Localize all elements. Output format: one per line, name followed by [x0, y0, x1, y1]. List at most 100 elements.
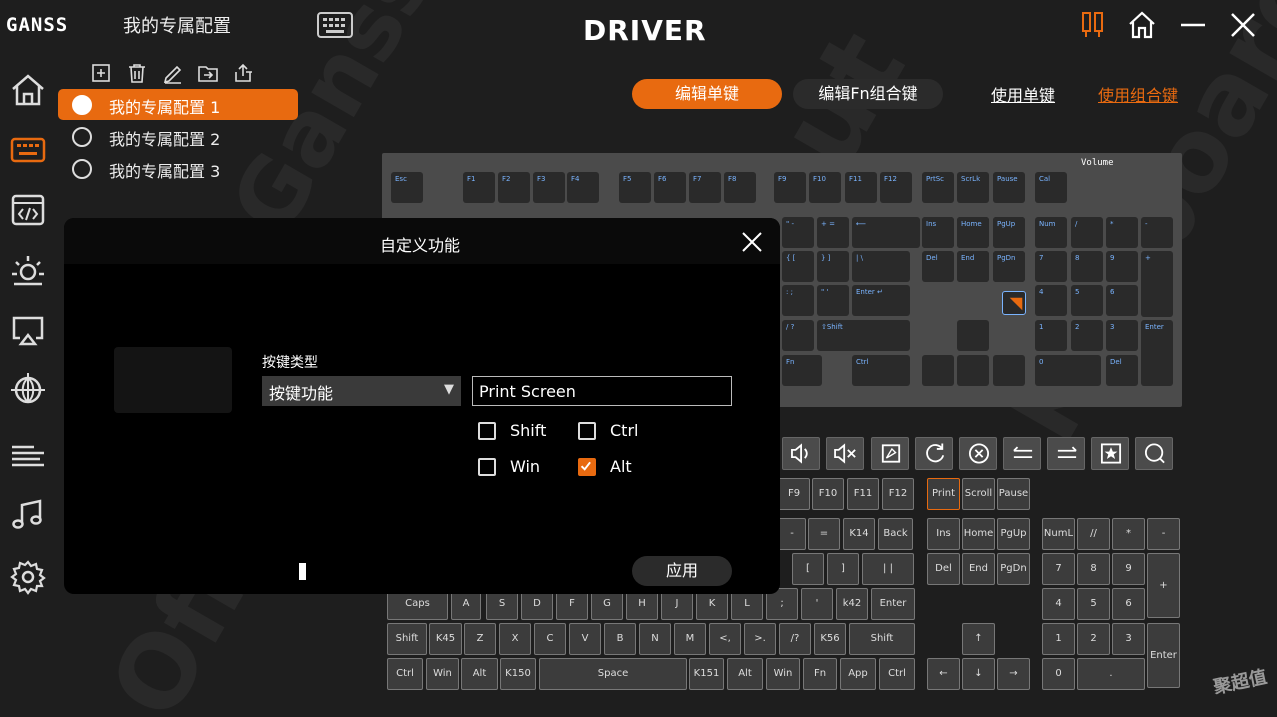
import-profile-icon[interactable]	[197, 62, 219, 84]
add-profile-icon[interactable]	[90, 62, 112, 84]
layout-key[interactable]: .	[1077, 658, 1145, 690]
layout-key[interactable]: <,	[709, 623, 741, 655]
layout-key[interactable]: [	[792, 553, 824, 585]
layout-key[interactable]: k42	[836, 588, 868, 620]
layout-key[interactable]: PgUp	[997, 518, 1030, 550]
layout-key[interactable]: K45	[429, 623, 462, 655]
layout-key[interactable]: 8	[1077, 553, 1110, 585]
layout-key[interactable]: Enter	[1147, 623, 1180, 688]
layout-key[interactable]: Del	[927, 553, 960, 585]
layout-key[interactable]: Space	[539, 658, 687, 690]
layout-key[interactable]: 7	[1042, 553, 1075, 585]
layout-key[interactable]: K56	[814, 623, 846, 655]
layout-key[interactable]: 4	[1042, 588, 1075, 620]
layout-key[interactable]: ←	[927, 658, 960, 690]
layout-key[interactable]: 3	[1112, 623, 1145, 655]
layout-key[interactable]: C	[534, 623, 566, 655]
layout-key[interactable]: →	[997, 658, 1030, 690]
layout-key[interactable]: Print	[927, 478, 960, 510]
layout-key[interactable]: =	[808, 518, 840, 550]
delete-profile-icon[interactable]	[126, 62, 148, 84]
layout-key[interactable]: App	[840, 658, 876, 690]
media-key[interactable]	[1047, 437, 1085, 470]
layout-key[interactable]: +	[1147, 553, 1180, 618]
alt-checkbox[interactable]	[578, 458, 596, 476]
layout-key[interactable]: | |	[862, 553, 914, 585]
layout-key[interactable]: F12	[882, 478, 914, 510]
sidebar-music-icon[interactable]	[8, 495, 48, 535]
layout-key[interactable]: -	[778, 518, 806, 550]
key-type-select[interactable]: 按键功能 ▼	[262, 376, 461, 406]
layout-key[interactable]: 5	[1077, 588, 1110, 620]
layout-key[interactable]: 6	[1112, 588, 1145, 620]
layout-key[interactable]: Scroll	[962, 478, 995, 510]
win-checkbox[interactable]	[478, 458, 496, 476]
layout-key[interactable]: Home	[962, 518, 995, 550]
layout-key[interactable]: Back	[878, 518, 913, 550]
profile-radio[interactable]	[72, 159, 92, 179]
layout-key[interactable]: Win	[766, 658, 800, 690]
layout-key[interactable]: ↓	[962, 658, 995, 690]
layout-key[interactable]: F9	[778, 478, 810, 510]
layout-key[interactable]: F11	[847, 478, 879, 510]
close-icon[interactable]	[1228, 10, 1258, 40]
shift-checkbox[interactable]	[478, 422, 496, 440]
layout-key[interactable]: K14	[843, 518, 875, 550]
media-key[interactable]	[826, 437, 864, 470]
layout-key[interactable]: -	[1147, 518, 1180, 550]
tab-edit-single[interactable]: 编辑单键	[632, 79, 782, 109]
export-profile-icon[interactable]	[232, 62, 254, 84]
media-key[interactable]	[782, 437, 820, 470]
sidebar-settings-icon[interactable]	[8, 557, 48, 597]
layout-key[interactable]: Alt	[727, 658, 763, 690]
media-key[interactable]	[1091, 437, 1129, 470]
function-input[interactable]	[472, 376, 732, 406]
layout-key[interactable]: /?	[779, 623, 811, 655]
sidebar-macro-icon[interactable]	[8, 190, 48, 230]
layout-key[interactable]: //	[1077, 518, 1110, 550]
layout-key[interactable]: ↑	[962, 623, 995, 655]
layout-key[interactable]: Ctrl	[387, 658, 423, 690]
layout-key[interactable]: >.	[744, 623, 776, 655]
apply-button[interactable]: 应用	[632, 556, 732, 586]
keyboard-icon[interactable]	[317, 12, 353, 38]
layout-key[interactable]: M	[674, 623, 706, 655]
layout-key[interactable]: Ctrl	[879, 658, 915, 690]
media-key[interactable]	[1135, 437, 1173, 470]
layout-key[interactable]: Win	[426, 658, 459, 690]
layout-key[interactable]: Shift	[849, 623, 915, 655]
layout-key[interactable]: 0	[1042, 658, 1075, 690]
home-icon[interactable]	[1127, 10, 1157, 40]
profile-item-3[interactable]: 我的专属配置 3	[58, 153, 298, 184]
device-icon[interactable]	[1078, 10, 1108, 40]
layout-key[interactable]: Shift	[387, 623, 427, 655]
layout-key[interactable]: 1	[1042, 623, 1075, 655]
profile-radio[interactable]	[72, 95, 92, 115]
layout-key[interactable]: NumL	[1042, 518, 1075, 550]
sidebar-screen-icon[interactable]	[8, 310, 48, 350]
layout-key[interactable]: 9	[1112, 553, 1145, 585]
dialog-close-icon[interactable]	[740, 230, 764, 254]
ctrl-checkbox[interactable]	[578, 422, 596, 440]
layout-key[interactable]: F10	[812, 478, 844, 510]
layout-key[interactable]: *	[1112, 518, 1145, 550]
layout-key[interactable]: Ins	[927, 518, 960, 550]
layout-key[interactable]: End	[962, 553, 995, 585]
layout-key[interactable]: K150	[500, 658, 536, 690]
sidebar-globe-icon[interactable]	[8, 370, 48, 410]
minimize-icon[interactable]	[1178, 10, 1208, 40]
layout-key[interactable]: B	[604, 623, 636, 655]
layout-key[interactable]: N	[639, 623, 671, 655]
media-key[interactable]	[871, 437, 909, 470]
layout-key[interactable]: PgDn	[997, 553, 1030, 585]
layout-key[interactable]: Alt	[461, 658, 498, 690]
profile-item-2[interactable]: 我的专属配置 2	[58, 121, 298, 152]
layout-key[interactable]: Pause	[997, 478, 1030, 510]
layout-key[interactable]: 2	[1077, 623, 1110, 655]
tab-edit-fn[interactable]: 编辑Fn组合键	[793, 79, 943, 109]
sidebar-keyboard-icon[interactable]	[8, 130, 48, 170]
layout-key[interactable]: Fn	[803, 658, 837, 690]
layout-key[interactable]: ]	[827, 553, 859, 585]
media-key[interactable]	[915, 437, 953, 470]
rename-profile-icon[interactable]	[162, 62, 184, 84]
